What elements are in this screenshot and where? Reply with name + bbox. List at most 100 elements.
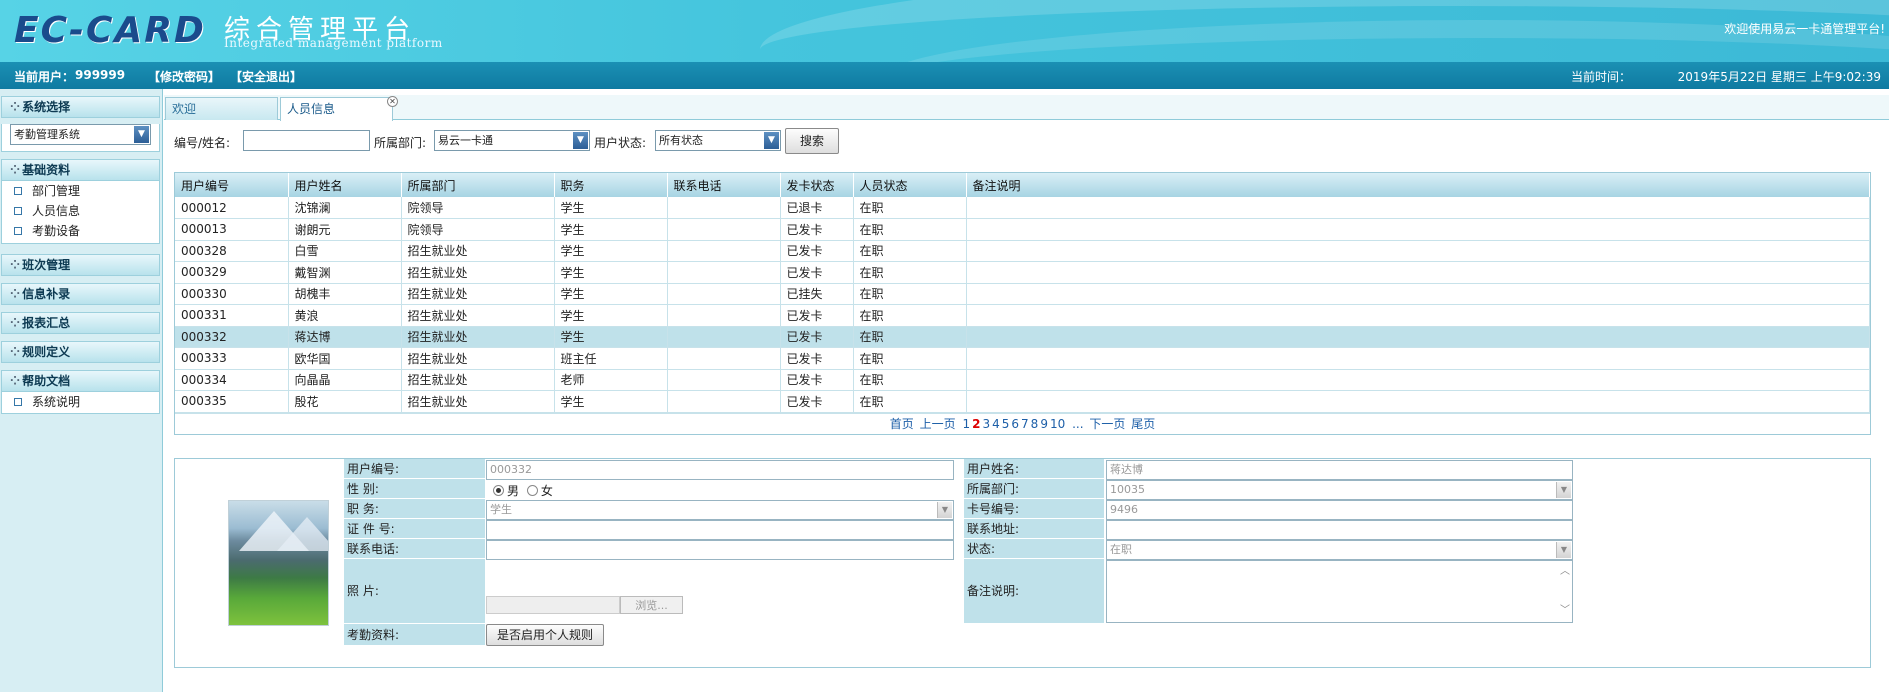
table-row[interactable]: 000332 蒋达博 招生就业处 学生 已发卡 在职	[175, 326, 1870, 348]
column-header[interactable]: 所属部门	[401, 173, 555, 197]
section-header-report[interactable]: ⁘ 报表汇总	[1, 312, 160, 334]
id-name-input[interactable]	[243, 130, 370, 151]
section-header-supplement[interactable]: ⁘ 信息补录	[1, 283, 160, 305]
duty-select[interactable]: 学生 ▼	[486, 500, 954, 520]
scroll-down-icon[interactable]: ﹀	[1560, 602, 1570, 620]
table-cell: 蒋达博	[288, 326, 402, 348]
column-header[interactable]: 联系电话	[667, 173, 781, 197]
pager-last[interactable]: 尾页	[1131, 417, 1155, 431]
table-row[interactable]: 000329 戴智渊 招生就业处 学生 已发卡 在职	[175, 261, 1870, 284]
column-header[interactable]: 职务	[554, 173, 668, 197]
table-row[interactable]: 000012 沈锦澜 院领导 学生 已退卡 在职	[175, 197, 1870, 219]
section-header-shift[interactable]: ⁘ 班次管理	[1, 254, 160, 276]
status-filter-select[interactable]: 所有状态 ▼	[655, 130, 781, 151]
close-icon[interactable]: ✕	[387, 96, 398, 107]
user-id-field[interactable]: 000332	[486, 460, 954, 480]
card-no-field[interactable]: 9496	[1106, 500, 1573, 520]
pager-page-2[interactable]: 2	[972, 417, 980, 431]
chevron-down-icon[interactable]: ▼	[573, 132, 588, 149]
pager-page-5[interactable]: 5	[1002, 417, 1010, 431]
chevron-down-icon[interactable]: ▼	[134, 126, 149, 143]
change-password-link[interactable]: 【修改密码】	[148, 68, 220, 85]
chevron-down-icon[interactable]: ▼	[1556, 542, 1571, 558]
remark-textarea[interactable]: ︿ ﹀	[1106, 560, 1573, 623]
user-id-label: 用户编号:	[344, 459, 486, 479]
id-number-field[interactable]	[486, 520, 954, 540]
section-header-rules[interactable]: ⁘ 规则定义	[1, 341, 160, 363]
table-cell	[667, 261, 781, 284]
tab-personnel[interactable]: 人员信息 ✕	[280, 96, 398, 121]
card-no-label: 卡号编号:	[964, 499, 1105, 519]
table-cell: 已发卡	[780, 218, 854, 241]
pager-page-3[interactable]: 3	[982, 417, 990, 431]
column-header[interactable]: 发卡状态	[780, 173, 854, 197]
status-value: 在职	[1110, 543, 1132, 556]
dept-select[interactable]: 10035 ▼	[1106, 480, 1573, 500]
table-row[interactable]: 000328 白雪 招生就业处 学生 已发卡 在职	[175, 240, 1870, 262]
pager-page-10[interactable]: 10	[1050, 417, 1065, 431]
sidebar-item-system-doc[interactable]: 系统说明	[2, 392, 159, 412]
sidebar-item-label: 部门管理	[32, 184, 81, 198]
pager-page-9[interactable]: 9	[1040, 417, 1048, 431]
bullet-square-icon	[14, 207, 22, 215]
gender-male-radio[interactable]	[493, 485, 504, 496]
column-header[interactable]: 用户姓名	[288, 173, 402, 197]
dept-filter-select[interactable]: 易云一卡通 ▼	[434, 130, 590, 151]
status-select[interactable]: 在职 ▼	[1106, 540, 1573, 560]
pager-page-4[interactable]: 4	[992, 417, 1000, 431]
table-cell: 000331	[175, 304, 289, 327]
expand-icon: ⁘	[10, 316, 21, 330]
system-select-header[interactable]: ⁘ 系统选择	[1, 96, 160, 118]
gender-male-label: 男	[507, 484, 520, 498]
pager-page-7[interactable]: 7	[1021, 417, 1029, 431]
table-cell: 殷花	[288, 390, 402, 413]
pager-first[interactable]: 首页	[890, 417, 914, 431]
table-row[interactable]: 000334 向晶晶 招生就业处 老师 已发卡 在职	[175, 369, 1870, 391]
pagination: 首页 上一页 1 2 3 4 5 6 7 8 9 10 ... 下一页 尾页	[175, 412, 1870, 434]
pager-prev[interactable]: 上一页	[920, 417, 956, 431]
table-row[interactable]: 000331 黄浪 招生就业处 学生 已发卡 在职	[175, 304, 1870, 327]
gender-female-radio[interactable]	[526, 485, 538, 496]
table-row[interactable]: 000013 谢朗元 院领导 学生 已发卡 在职	[175, 218, 1870, 241]
sidebar-item-dept[interactable]: 部门管理	[2, 181, 159, 201]
pager-page-6[interactable]: 6	[1011, 417, 1019, 431]
table-row[interactable]: 000333 欧华国 招生就业处 班主任 已发卡 在职	[175, 347, 1870, 370]
personal-rule-button[interactable]: 是否启用个人规则	[486, 624, 604, 646]
pager-page-1[interactable]: 1	[962, 417, 970, 431]
tab-welcome[interactable]: 欢迎	[165, 97, 278, 120]
attendance-label: 考勤资料:	[344, 624, 486, 646]
table-row[interactable]: 000330 胡槐丰 招生就业处 学生 已挂失 在职	[175, 283, 1870, 305]
browse-button[interactable]: 浏览...	[620, 596, 683, 614]
table-cell	[966, 283, 1870, 305]
table-row[interactable]: 000335 殷花 招生就业处 学生 已发卡 在职	[175, 390, 1870, 413]
search-button[interactable]: 搜索	[785, 128, 839, 154]
section-title: 规则定义	[22, 345, 71, 359]
pager-page-8[interactable]: 8	[1031, 417, 1039, 431]
table-cell: 招生就业处	[401, 304, 555, 327]
logout-link[interactable]: 【安全退出】	[230, 68, 302, 85]
address-label: 联系地址:	[964, 519, 1105, 539]
table-cell: 招生就业处	[401, 347, 555, 370]
table-cell: 班主任	[554, 347, 668, 370]
section-header-help[interactable]: ⁘ 帮助文档	[1, 370, 160, 392]
column-header[interactable]: 用户编号	[175, 173, 289, 197]
sidebar-item-personnel[interactable]: 人员信息	[2, 201, 159, 221]
photo-path-field[interactable]	[486, 596, 620, 614]
user-name-field[interactable]: 蒋达博	[1106, 460, 1573, 480]
section-header-basic[interactable]: ⁘ 基础资料	[1, 159, 160, 181]
table-cell	[667, 390, 781, 413]
scroll-up-icon[interactable]: ︿	[1560, 563, 1570, 581]
chevron-down-icon[interactable]: ▼	[937, 502, 952, 518]
address-field[interactable]	[1106, 520, 1573, 540]
phone-field[interactable]	[486, 540, 954, 560]
column-header[interactable]: 人员状态	[853, 173, 967, 197]
system-select-dropdown[interactable]: 考勤管理系统 ▼	[10, 124, 151, 145]
chevron-down-icon[interactable]: ▼	[1556, 482, 1571, 498]
table-cell: 000013	[175, 218, 289, 241]
pager-next[interactable]: 下一页	[1089, 417, 1125, 431]
sidebar-item-device[interactable]: 考勤设备	[2, 221, 159, 241]
chevron-down-icon[interactable]: ▼	[764, 132, 779, 149]
sidebar-item-label: 考勤设备	[32, 224, 81, 238]
column-header[interactable]: 备注说明	[966, 173, 1870, 197]
table-cell: 已发卡	[780, 390, 854, 413]
